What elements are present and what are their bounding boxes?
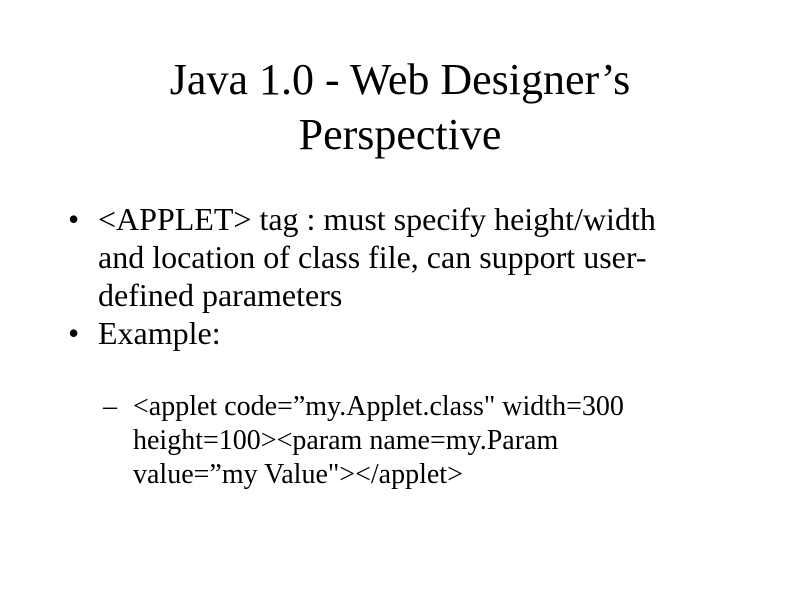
bullet-example: • Example: <box>68 314 748 352</box>
bullet-text: <APPLET> tag : must specify height/width… <box>98 200 748 314</box>
code-line: value=”my Value"></applet> <box>133 459 463 490</box>
slide-title-line-1: Java 1.0 - Web Designer’s <box>169 55 631 104</box>
slide-title-line-2: Perspective <box>298 110 502 159</box>
code-line: <applet code=”my.Applet.class" width=300 <box>133 391 624 422</box>
bullet-marker: • <box>68 315 80 351</box>
slide: Java 1.0 - Web Designer’s Perspective • … <box>0 0 800 600</box>
bullet-list: • <APPLET> tag : must specify height/wid… <box>68 200 748 352</box>
bullet-text-line: Example: <box>98 315 221 351</box>
bullet-text-line: defined parameters <box>98 277 343 313</box>
bullet-text-line: and location of class file, can support … <box>98 239 647 275</box>
bullet-text-line: <APPLET> tag : must specify height/width <box>98 201 656 237</box>
bullet-applet-tag: • <APPLET> tag : must specify height/wid… <box>68 200 748 314</box>
sub-bullet-marker: – <box>103 391 117 422</box>
slide-title: Java 1.0 - Web Designer’s Perspective <box>60 52 740 162</box>
sub-bullet-code-example: – <applet code=”my.Applet.class" width=3… <box>103 390 783 492</box>
bullet-marker: • <box>68 201 80 237</box>
bullet-text: Example: <box>98 314 748 352</box>
code-line: height=100><param name=my.Param <box>133 425 559 456</box>
